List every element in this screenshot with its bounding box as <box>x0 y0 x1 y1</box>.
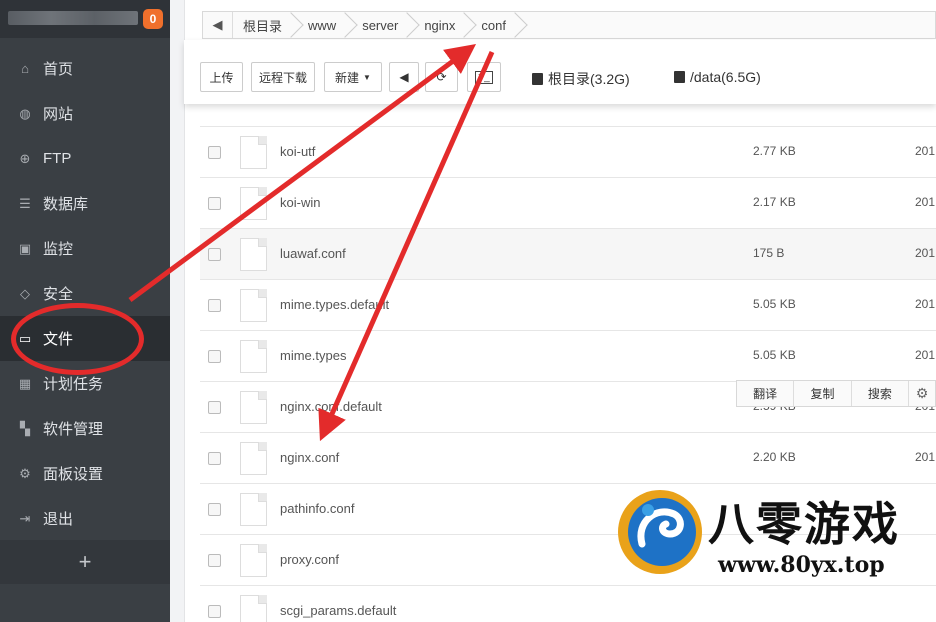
arrow-to-nginx-conf <box>318 50 495 442</box>
watermark-title: 八零游戏 <box>708 497 900 551</box>
arrow-to-breadcrumb <box>128 44 477 303</box>
watermark: 八零游戏 www.80yx.top <box>612 482 934 584</box>
watermark-logo <box>618 490 702 574</box>
watermark-url: www.80yx.top <box>718 552 885 578</box>
